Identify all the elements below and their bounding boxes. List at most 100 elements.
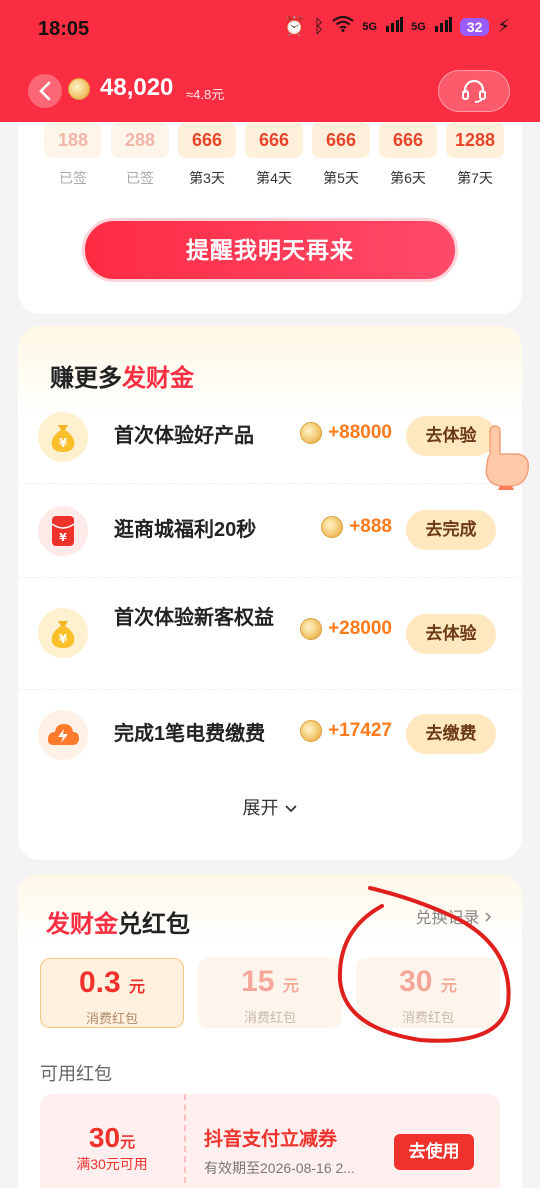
task-action-button[interactable]: 去体验	[406, 614, 496, 654]
signal-icon-2: 5G	[411, 20, 426, 33]
coupon-title: 抖音支付立减券	[204, 1129, 338, 1150]
checkin-day-label: 已签	[59, 170, 87, 186]
status-icons: ⏰ ᛒ 5G 5G 32 ⚡	[283, 16, 510, 37]
earn-more-card: 赚更多发财金 ¥ 首次体验好产品 +88000 去体验 ¥ 逛商城福利20秒 +…	[18, 326, 522, 860]
coin-icon	[300, 618, 323, 640]
redpack-amount: 30 元	[356, 962, 500, 1007]
checkin-day: 288 已签	[111, 122, 169, 188]
checkin-day: 666 第6天	[379, 122, 437, 188]
earn-title-highlight: 发财金	[122, 365, 194, 392]
coin-icon	[300, 422, 323, 444]
status-time: 18:05	[38, 18, 90, 40]
checkin-day-amount: 666	[312, 122, 370, 158]
svg-text:¥: ¥	[59, 531, 67, 544]
checkin-day: 666 第3天	[178, 122, 236, 188]
balance-amount: 48,020	[100, 74, 174, 101]
exchange-title-suffix: 兑红包	[118, 911, 190, 938]
redpack-amount: 0.3 元	[41, 963, 183, 1008]
redpack-amount: 15 元	[198, 962, 342, 1007]
svg-text:¥: ¥	[59, 436, 68, 450]
task-name: 逛商城福利20秒	[114, 519, 257, 541]
checkin-card: 188 已签 288 已签 666 第3天 666 第4天 666 第5天 66…	[18, 100, 522, 314]
checkin-days: 188 已签 288 已签 666 第3天 666 第4天 666 第5天 66…	[44, 122, 504, 188]
checkin-day: 1288 第7天	[446, 122, 504, 188]
signal-icon-1: 5G	[362, 20, 378, 33]
task-action-button[interactable]: 去完成	[406, 510, 496, 550]
checkin-day-amount: 666	[178, 122, 236, 158]
checkin-day-amount: 288	[111, 122, 169, 158]
earn-title-prefix: 赚更多	[50, 365, 122, 392]
signal-bars-icon-1	[385, 16, 404, 37]
redpack-type: 消费红包	[85, 1011, 138, 1026]
checkin-day-label: 已签	[126, 170, 154, 186]
task-row: 完成1笔电费缴费 +17427 去缴费	[18, 690, 522, 784]
exchange-record-label: 兑换记录	[415, 910, 480, 927]
task-row: ¥ 首次体验新客权益 +28000 去体验	[18, 578, 522, 690]
exchange-record-link[interactable]: 兑换记录	[416, 904, 492, 928]
task-action-button[interactable]: 去缴费	[406, 714, 496, 754]
customer-service-button[interactable]	[438, 70, 510, 112]
coupon-card: 30元 满30元可用 抖音支付立减券 有效期至2026-08-16 2... 去…	[40, 1094, 500, 1188]
task-name: 首次体验好产品	[114, 425, 254, 447]
coin-icon	[321, 516, 344, 538]
task-reward-value: +888	[349, 516, 392, 537]
redpack-option[interactable]: 30 元 消费红包	[356, 958, 500, 1028]
coupon-amount: 30元	[40, 1122, 184, 1154]
redpack-type: 消费红包	[243, 1010, 296, 1025]
task-row: ¥ 逛商城福利20秒 +888 去完成	[18, 484, 522, 578]
task-reward-value: +88000	[328, 422, 392, 443]
checkin-day-label: 第6天	[390, 170, 426, 186]
use-coupon-button[interactable]: 去使用	[394, 1134, 474, 1170]
task-name: 首次体验新客权益	[114, 607, 274, 629]
wifi-icon	[332, 16, 355, 37]
task-reward-value: +17427	[328, 720, 392, 741]
remind-tomorrow-button[interactable]: 提醒我明天再来	[82, 218, 458, 282]
checkin-day: 666 第4天	[245, 122, 303, 188]
redpack-option[interactable]: 0.3 元 消费红包	[40, 958, 184, 1028]
status-bar: 18:05 ⏰ ᛒ 5G 5G 32 ⚡	[0, 0, 540, 58]
checkin-day-label: 第3天	[189, 170, 225, 186]
chevron-down-icon	[284, 798, 298, 818]
task-name: 完成1笔电费缴费	[114, 723, 266, 745]
coin-icon	[68, 78, 90, 100]
task-reward: +28000	[300, 618, 392, 640]
task-reward: +888	[321, 516, 392, 538]
charging-icon: ⚡	[497, 16, 510, 36]
signal-bars-icon-2	[434, 16, 452, 37]
checkin-day-label: 第4天	[256, 170, 292, 186]
coin-icon	[300, 720, 323, 742]
headset-icon	[462, 79, 486, 103]
redpack-option[interactable]: 15 元 消费红包	[198, 958, 342, 1028]
task-reward: +88000	[300, 422, 392, 444]
exchange-section-title: 发财金兑红包	[46, 904, 190, 939]
redpack-amount-value: 15	[241, 965, 275, 998]
hand-pointer-icon	[478, 424, 534, 495]
alarm-icon: ⏰	[283, 16, 306, 36]
checkin-day-amount: 666	[379, 122, 437, 158]
redpack-amount-value: 0.3	[78, 966, 121, 999]
coupon-unit: 元	[120, 1134, 136, 1151]
top-nav: 48,020 ≈4.8元	[0, 66, 540, 116]
checkin-day-amount: 1288	[446, 122, 504, 158]
redpack-options: 0.3 元 消费红包 15 元 消费红包 30 元 消费红包	[40, 958, 500, 1028]
expand-button[interactable]: 展开	[18, 794, 522, 820]
coupon-value-area: 30元 满30元可用	[40, 1094, 186, 1188]
bluetooth-icon: ᛒ	[313, 16, 325, 36]
earn-section-title: 赚更多发财金	[50, 358, 194, 393]
back-button[interactable]	[28, 74, 62, 108]
task-row: ¥ 首次体验好产品 +88000 去体验	[18, 390, 522, 484]
checkin-day: 666 第5天	[312, 122, 370, 188]
expand-label: 展开	[242, 798, 279, 818]
task-reward-value: +28000	[328, 618, 392, 639]
coupon-amount-value: 30	[88, 1122, 121, 1153]
available-redpacks-label: 可用红包	[40, 1064, 112, 1084]
exchange-card: 发财金兑红包 兑换记录 0.3 元 消费红包 15 元 消费红包 30 元 消费…	[18, 874, 522, 1188]
battery-indicator: 32	[459, 17, 490, 36]
checkin-day-amount: 666	[245, 122, 303, 158]
svg-text:¥: ¥	[59, 632, 68, 646]
balance-approx: ≈4.8元	[186, 87, 225, 102]
money-bag-icon: ¥	[38, 412, 88, 462]
task-reward: +17427	[300, 720, 392, 742]
redpack-type: 消费红包	[401, 1010, 454, 1025]
lightning-icon	[38, 710, 88, 760]
